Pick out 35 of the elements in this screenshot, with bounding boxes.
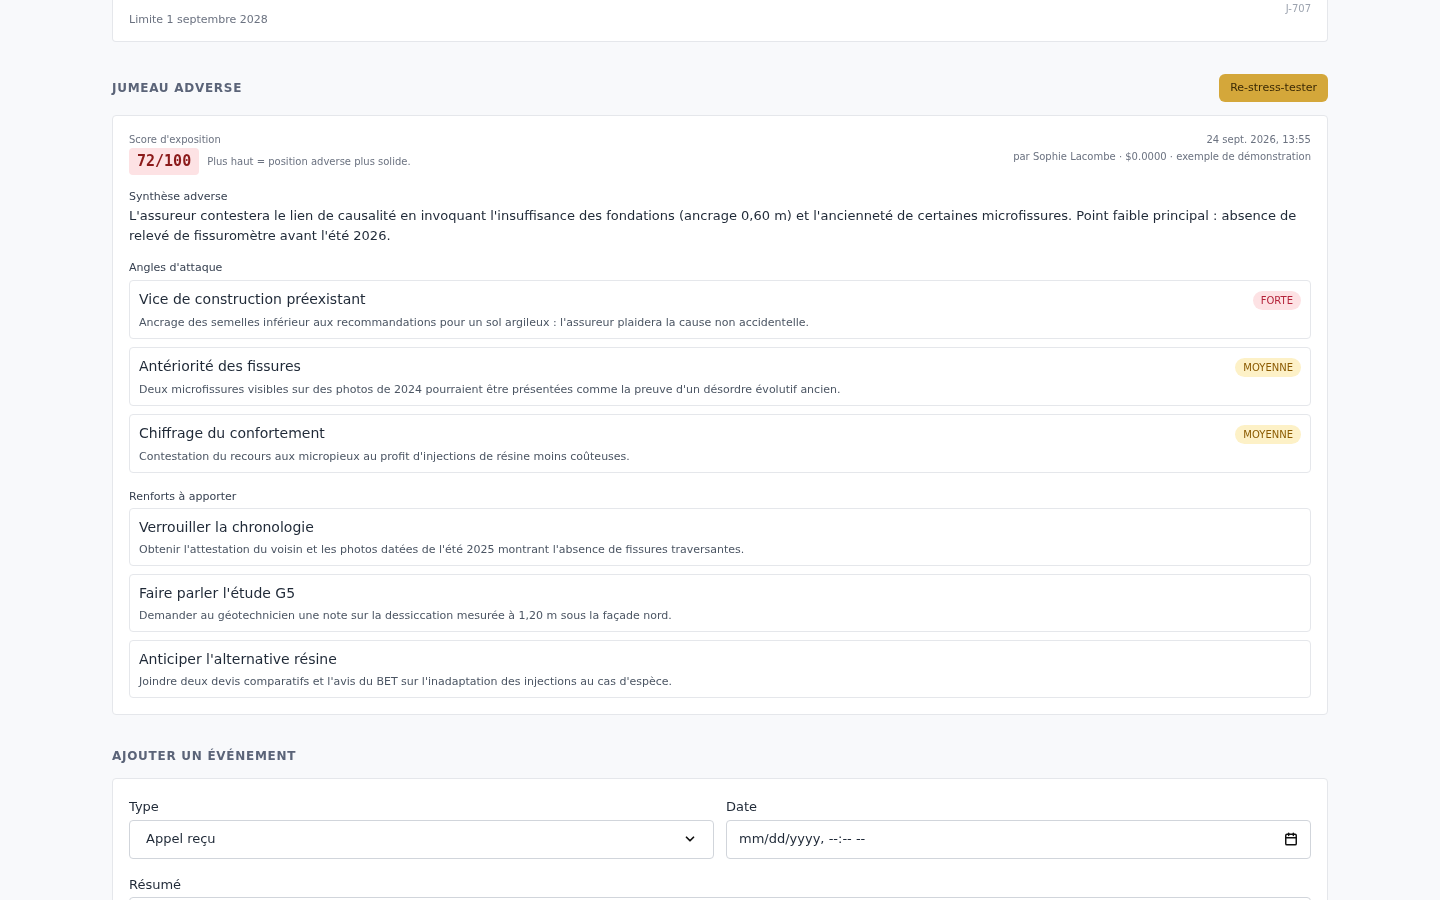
score-hint: Plus haut = position adverse plus solide. — [207, 154, 411, 169]
item-description: Ancrage des semelles inférieur aux recommandations pour un sol argileux : l'assureur plaidera la cause non accidentelle. — [139, 314, 811, 331]
retest-button[interactable]: Re-stress-tester — [1219, 74, 1328, 102]
type-select[interactable]: Appel reçu — [129, 819, 714, 859]
score-label: Score d'exposition — [129, 133, 222, 147]
item-description: Joindre deux devis comparatifs et l'avis du BET sur l'inadaptation des injections au cas d'espèce. — [139, 674, 673, 690]
timestamp: 24 sept. 2026, 13:55 — [1205, 133, 1311, 147]
item-description: Deux microfissures visibles sur des photos de 2024 pourraient être présentées comme la preuve d'un désordre évolutif ancien. — [139, 381, 842, 398]
severity-tag: MOYENNE — [1235, 357, 1301, 377]
summary-label: Synthèse adverse — [129, 188, 229, 205]
item-title: Verrouiller la chronologie — [139, 518, 314, 537]
score-badge: 72/100 — [129, 148, 200, 175]
item-title: Antériorité des fissures — [139, 356, 301, 376]
calendar-icon — [1284, 832, 1298, 846]
type-label: Type — [129, 798, 160, 816]
section-title: JUMEAU ADVERSE — [112, 80, 243, 97]
item-title: Faire parler l'étude G5 — [139, 584, 296, 603]
severity-tag: FORTE — [1252, 290, 1301, 310]
countdown-text: J-707 — [1285, 2, 1311, 16]
item-description: Demander au géotechnicien une note sur la dessiccation mesurée à 1,20 m sous la façade nord. — [139, 608, 673, 624]
summary-field-label: Résumé — [129, 875, 183, 894]
item-title: Chiffrage du confortement — [139, 423, 325, 443]
item-description: Contestation du recours aux micropieux au profit d'injections de résine moins coûteuses. — [139, 448, 631, 465]
section-title: AJOUTER UN ÉVÉNEMENT — [112, 747, 298, 765]
item-title: Anticiper l'alternative résine — [139, 650, 337, 669]
deadline-text: Limite 1 septembre 2028 — [129, 12, 268, 28]
angles-label: Angles d'attaque — [129, 260, 224, 276]
meta-text: par Sophie Lacombe · $0.0000 · exemple de démonstration — [1013, 150, 1311, 164]
date-field[interactable]: mm/dd/yyyy, --:-- -- — [726, 819, 1311, 859]
date-label: Date — [726, 798, 759, 816]
severity-tag: MOYENNE — [1235, 424, 1301, 444]
reinforcements-label: Renforts à apporter — [129, 488, 238, 505]
summary-text: L'assureur contestera le lien de causalité en invoquant l'insuffisance des fondations (ancrage 0,60 m) et l'ancienneté de certaines microfissures. Point faible principal : absence de relevé de fissuromètre avant l'été 2026. — [129, 207, 1298, 245]
item-title: Vice de construction préexistant — [139, 289, 366, 309]
item-description: Obtenir l'attestation du voisin et les photos datées de l'été 2025 montrant l'absence de fissures traversantes. — [139, 542, 746, 558]
